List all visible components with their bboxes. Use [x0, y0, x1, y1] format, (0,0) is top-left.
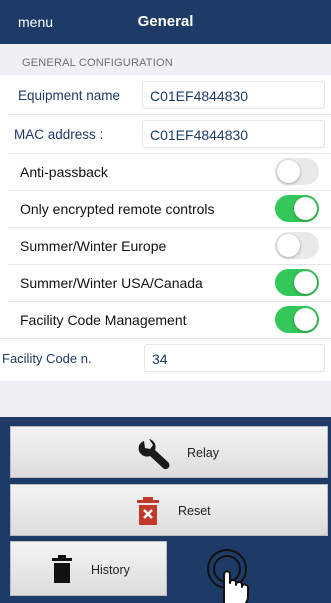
anti-passback-toggle[interactable] — [275, 158, 319, 185]
toggle-row-anti-passback: Anti-passback — [0, 154, 331, 190]
reset-label: Reset — [178, 504, 211, 518]
summer-winter-europe-toggle[interactable] — [275, 232, 319, 259]
settings-form: Equipment name C01EF4844830 MAC address … — [0, 75, 331, 381]
facility-code-management-label: Facility Code Management — [20, 312, 187, 328]
equipment-name-field[interactable]: C01EF4844830 — [142, 81, 325, 109]
nav-bar: menu General — [0, 0, 331, 44]
reset-button[interactable]: Reset — [10, 484, 328, 536]
toggle-row-summer-usa: Summer/Winter USA/Canada — [0, 265, 331, 301]
summer-winter-usa-toggle[interactable] — [275, 269, 319, 296]
mac-address-label: MAC address : — [14, 127, 104, 142]
summer-winter-europe-label: Summer/Winter Europe — [20, 238, 167, 254]
toggle-knob — [277, 160, 300, 183]
encrypted-remotes-label: Only encrypted remote controls — [20, 201, 215, 217]
facility-code-management-toggle[interactable] — [275, 306, 319, 333]
toggle-row-summer-europe: Summer/Winter Europe — [0, 228, 331, 264]
toggle-knob — [294, 271, 317, 294]
summer-winter-usa-label: Summer/Winter USA/Canada — [20, 275, 203, 291]
history-label: History — [91, 563, 130, 577]
tap-hand-icon — [207, 549, 249, 603]
relay-label: Relay — [187, 446, 219, 460]
toggle-row-encrypted: Only encrypted remote controls — [0, 191, 331, 227]
trash-x-icon — [137, 497, 159, 525]
encrypted-remotes-toggle[interactable] — [275, 195, 319, 222]
mac-address-row: MAC address : C01EF4844830 — [0, 115, 331, 153]
anti-passback-label: Anti-passback — [20, 164, 108, 180]
equipment-name-row: Equipment name C01EF4844830 — [0, 76, 331, 114]
wrench-icon — [138, 439, 170, 470]
toggle-row-facility-code: Facility Code Management — [0, 302, 331, 338]
toggle-knob — [294, 197, 317, 220]
section-header: GENERAL CONFIGURATION — [22, 57, 173, 69]
facility-code-label: Facility Code n. — [2, 351, 92, 366]
mac-address-field[interactable]: C01EF4844830 — [142, 120, 325, 148]
toggle-knob — [277, 234, 300, 257]
equipment-name-label: Equipment name — [18, 88, 121, 103]
facility-code-row: Facility Code n. 34 — [0, 339, 331, 377]
toggle-knob — [294, 308, 317, 331]
trash-icon — [52, 555, 72, 583]
history-button[interactable]: History — [10, 541, 167, 596]
facility-code-field[interactable]: 34 — [144, 344, 325, 372]
page-title: General — [137, 13, 194, 30]
relay-button[interactable]: Relay — [10, 426, 328, 478]
